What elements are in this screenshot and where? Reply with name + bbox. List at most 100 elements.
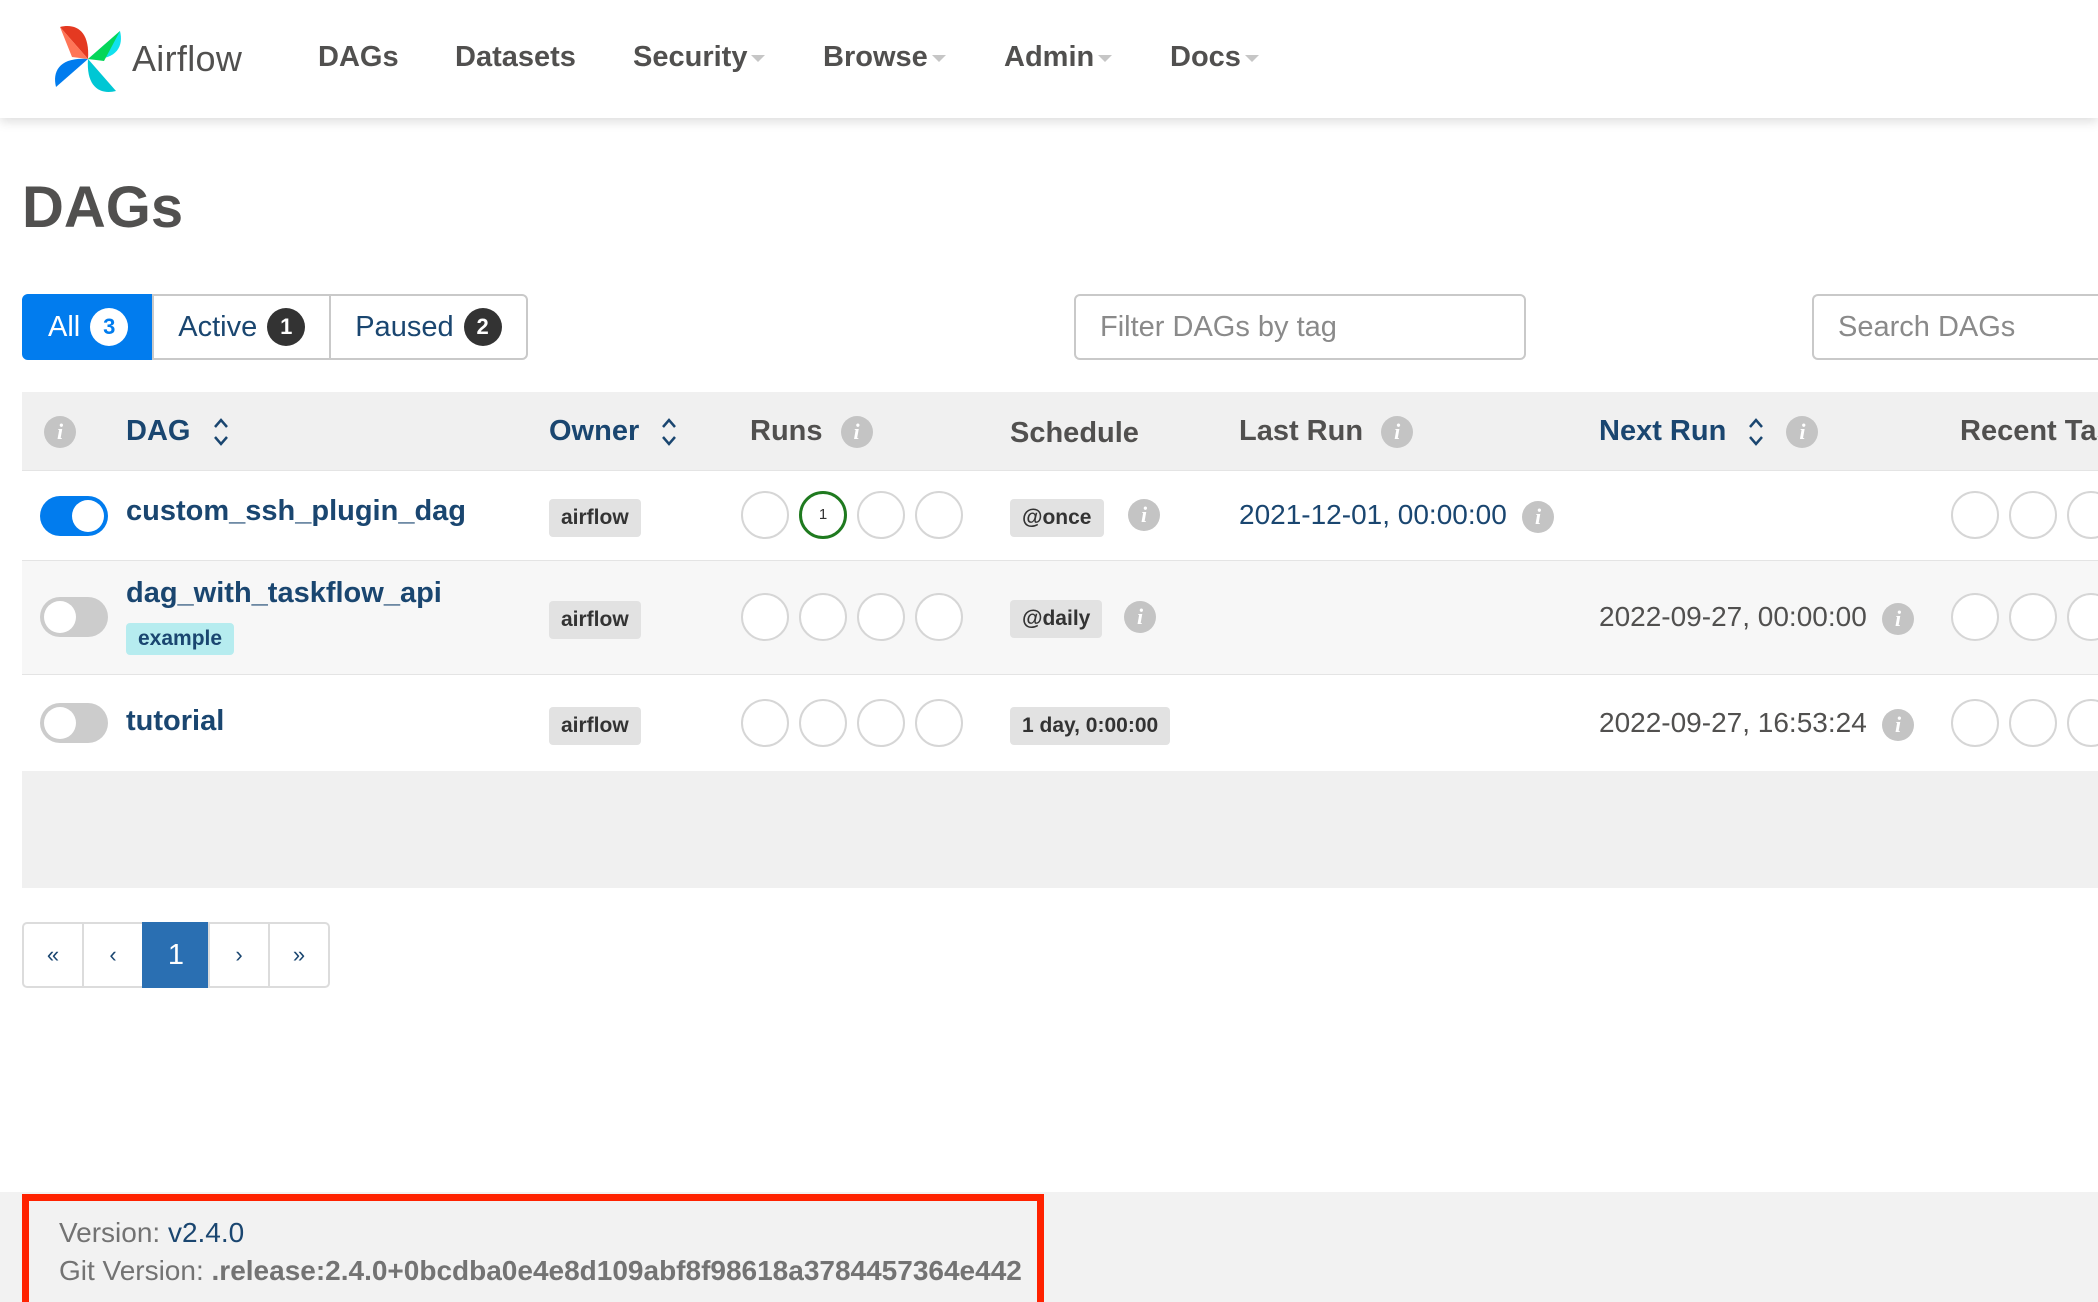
task-status-circle[interactable] xyxy=(1951,593,1999,641)
schedule-badge: @daily xyxy=(1010,600,1103,638)
run-status-circle[interactable] xyxy=(741,593,789,641)
version-value[interactable]: v2.4.0 xyxy=(168,1217,244,1248)
run-status-circle[interactable] xyxy=(799,593,847,641)
owner-badge[interactable]: airflow xyxy=(549,707,641,745)
run-status-circle[interactable]: 1 xyxy=(799,491,847,539)
next-run-date: 2022-09-27, 16:53:24 xyxy=(1599,707,1867,738)
run-status-circle[interactable] xyxy=(857,593,905,641)
task-status-circle[interactable] xyxy=(2009,491,2057,539)
first-page-button[interactable]: « xyxy=(22,922,84,988)
run-status-circle[interactable] xyxy=(741,491,789,539)
page-title: DAGs xyxy=(22,175,184,240)
nav-docs[interactable]: Docs xyxy=(1170,34,1259,80)
info-icon[interactable]: i xyxy=(1522,501,1554,533)
chevron-down-icon xyxy=(1098,54,1113,62)
table-row: custom_ssh_plugin_dag airflow 1 @once i … xyxy=(22,470,2098,561)
nav-admin[interactable]: Admin xyxy=(1004,34,1113,80)
run-status-circle[interactable] xyxy=(857,491,905,539)
git-version-label: Git Version: xyxy=(59,1255,204,1286)
dag-link[interactable]: tutorial xyxy=(126,705,224,738)
schedule-badge: 1 day, 0:00:00 xyxy=(1010,707,1171,745)
header-info[interactable]: i xyxy=(44,392,76,470)
filter-all-label: All xyxy=(48,310,81,343)
status-filter-group: All 3 Active 1 Paused 2 xyxy=(22,294,528,360)
filter-active-label: Active xyxy=(178,310,258,343)
header-last-run: Last Run i xyxy=(1239,392,1414,470)
pause-toggle[interactable] xyxy=(40,597,108,637)
table-header: i DAG Owner Runs i Schedule Last Run i N… xyxy=(22,392,2098,470)
owner-badge[interactable]: airflow xyxy=(549,499,641,537)
git-version-info: Git Version: .release:2.4.0+0bcdba0e4e8d… xyxy=(59,1255,1022,1287)
last-run-link[interactable]: 2021-12-01, 00:00:00 xyxy=(1239,499,1507,531)
dag-link[interactable]: dag_with_taskflow_api xyxy=(126,577,442,610)
task-status-circle[interactable] xyxy=(2009,593,2057,641)
info-icon[interactable]: i xyxy=(1124,601,1156,633)
next-page-button[interactable]: › xyxy=(208,922,270,988)
next-run-date: 2022-09-27, 00:00:00 xyxy=(1599,601,1867,632)
chevron-down-icon xyxy=(751,54,766,62)
search-dags-input[interactable] xyxy=(1812,294,2098,360)
pause-toggle[interactable] xyxy=(40,496,108,536)
task-status-circle[interactable] xyxy=(2067,491,2098,539)
tag-filter-input[interactable] xyxy=(1074,294,1526,360)
prev-page-button[interactable]: ‹ xyxy=(82,922,144,988)
git-version-value: .release:2.4.0+0bcdba0e4e8d109abf8f98618… xyxy=(211,1255,1022,1286)
sort-icon xyxy=(662,418,677,447)
nav-security[interactable]: Security xyxy=(633,34,766,80)
filter-all-button[interactable]: All 3 xyxy=(22,294,155,360)
header-runs: Runs i xyxy=(750,392,873,470)
run-status-circle[interactable] xyxy=(741,699,789,747)
run-status-circle[interactable] xyxy=(915,491,963,539)
task-status-circle[interactable] xyxy=(1951,491,1999,539)
chevron-down-icon xyxy=(1244,54,1259,62)
run-status-circle[interactable] xyxy=(915,593,963,641)
header-recent-tasks: Recent Tasks xyxy=(1960,415,2098,447)
filter-all-count: 3 xyxy=(90,308,129,346)
info-icon[interactable]: i xyxy=(1882,603,1914,635)
run-status-circle[interactable] xyxy=(915,699,963,747)
dags-table: i DAG Owner Runs i Schedule Last Run i N… xyxy=(22,392,2098,888)
last-page-button[interactable]: » xyxy=(268,922,330,988)
table-row: dag_with_taskflow_api example airflow @d… xyxy=(22,560,2098,675)
brand-link[interactable]: Airflow xyxy=(50,14,242,104)
nav-browse[interactable]: Browse xyxy=(823,34,946,80)
table-row: tutorial airflow 1 day, 0:00:00 2022-09-… xyxy=(22,674,2098,771)
dag-tag-badge[interactable]: example xyxy=(126,623,235,655)
schedule-badge: @once xyxy=(1010,499,1104,537)
info-icon[interactable]: i xyxy=(840,416,873,449)
nav-datasets[interactable]: Datasets xyxy=(455,34,576,80)
filter-active-button[interactable]: Active 1 xyxy=(152,294,332,360)
chevron-down-icon xyxy=(931,54,946,62)
current-page-button[interactable]: 1 xyxy=(142,922,210,988)
airflow-logo-icon xyxy=(55,26,121,92)
task-status-circle[interactable] xyxy=(2067,699,2098,747)
run-status-circle[interactable] xyxy=(799,699,847,747)
task-status-circle[interactable] xyxy=(1951,699,1999,747)
run-status-circle[interactable] xyxy=(857,699,905,747)
task-status-circle[interactable] xyxy=(2009,699,2057,747)
owner-badge[interactable]: airflow xyxy=(549,601,641,639)
info-icon: i xyxy=(44,416,76,449)
sort-icon xyxy=(1749,418,1764,447)
nav-dags[interactable]: DAGs xyxy=(318,34,399,80)
info-icon[interactable]: i xyxy=(1381,416,1414,449)
brand-name: Airflow xyxy=(132,38,243,79)
header-next-run[interactable]: Next Run i xyxy=(1599,392,1819,470)
task-status-circle[interactable] xyxy=(2067,593,2098,641)
filter-active-count: 1 xyxy=(267,308,306,346)
info-icon[interactable]: i xyxy=(1882,709,1914,741)
info-icon[interactable]: i xyxy=(1786,416,1819,449)
filter-paused-button[interactable]: Paused 2 xyxy=(329,294,528,360)
version-label: Version: xyxy=(59,1217,161,1248)
dag-link[interactable]: custom_ssh_plugin_dag xyxy=(126,495,466,528)
sort-icon xyxy=(213,418,228,447)
filter-paused-count: 2 xyxy=(463,308,502,346)
footer: Version: v2.4.0 Git Version: .release:2.… xyxy=(0,1192,2098,1302)
header-schedule: Schedule xyxy=(1010,417,1139,449)
version-info: Version: v2.4.0 xyxy=(59,1217,244,1249)
header-owner[interactable]: Owner xyxy=(549,392,677,470)
header-dag[interactable]: DAG xyxy=(126,392,229,470)
info-icon[interactable]: i xyxy=(1128,499,1160,531)
pause-toggle[interactable] xyxy=(40,703,108,743)
filter-paused-label: Paused xyxy=(355,310,454,343)
